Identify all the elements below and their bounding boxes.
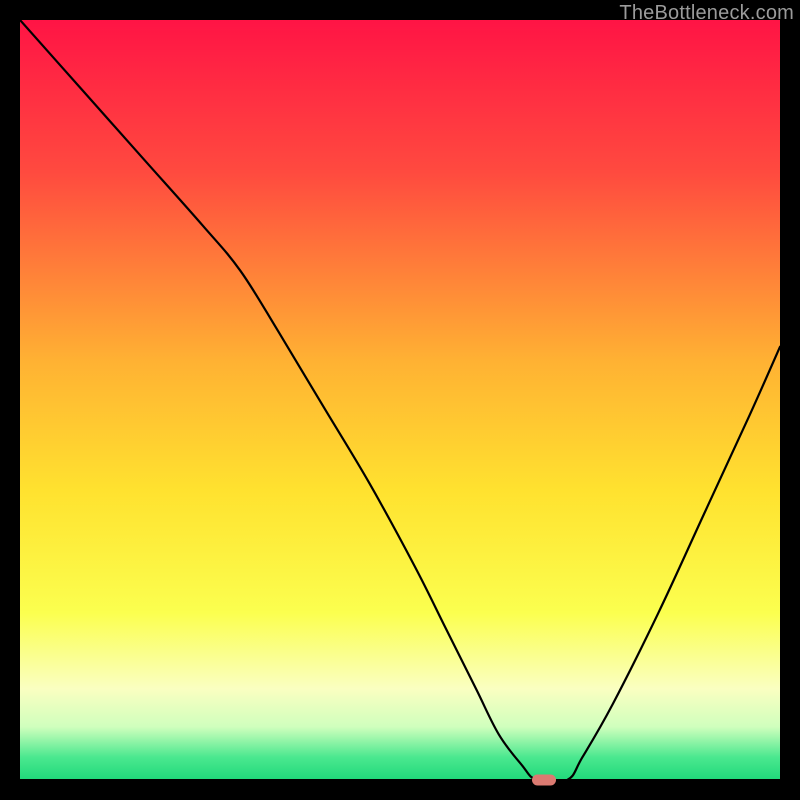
optimal-point-marker [532, 775, 556, 786]
watermark-label: TheBottleneck.com [619, 2, 794, 25]
gradient-background [20, 20, 780, 780]
chart-frame: TheBottleneck.com [0, 0, 800, 800]
x-axis-baseline [20, 779, 780, 781]
bottleneck-plot [20, 20, 780, 780]
